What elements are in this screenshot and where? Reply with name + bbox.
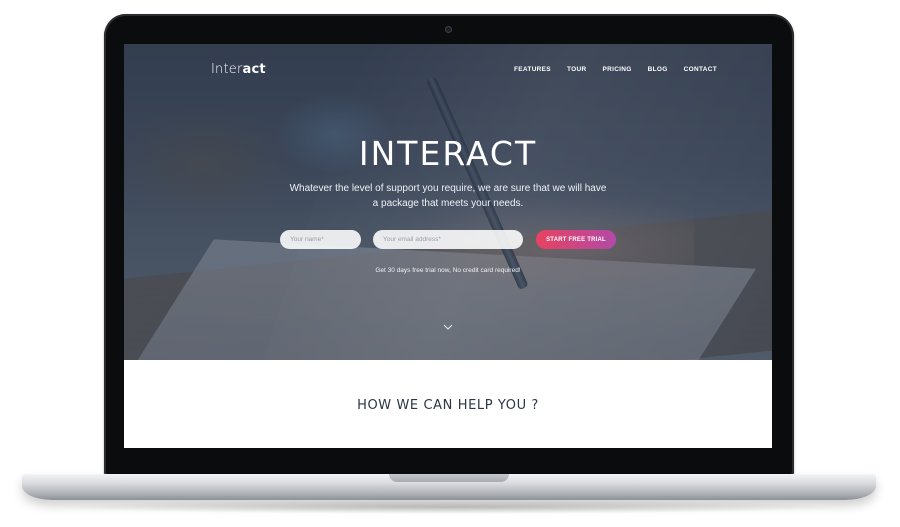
- laptop-base: [22, 474, 876, 500]
- laptop-shadow: [60, 500, 840, 514]
- hero-section: Interact FEATURES TOUR PRICING BLOG CONT…: [124, 44, 772, 360]
- nav-item-contact[interactable]: CONTACT: [684, 66, 717, 73]
- hero-title: INTERACT: [358, 134, 538, 173]
- logo-text-bold: act: [242, 62, 266, 77]
- nav-item-pricing[interactable]: PRICING: [602, 66, 631, 73]
- main-nav: FEATURES TOUR PRICING BLOG CONTACT: [514, 66, 733, 73]
- nav-item-blog[interactable]: BLOG: [648, 66, 668, 73]
- laptop-screen: Interact FEATURES TOUR PRICING BLOG CONT…: [124, 44, 772, 448]
- hero-subtitle: Whatever the level of support you requir…: [289, 183, 607, 209]
- trial-note: Get 30 days free trial now, No credit ca…: [375, 267, 521, 274]
- name-input[interactable]: [280, 230, 361, 249]
- laptop-notch: [389, 474, 509, 482]
- start-free-trial-button[interactable]: START FREE TRIAL: [536, 230, 616, 249]
- email-input[interactable]: [373, 230, 523, 249]
- nav-item-tour[interactable]: TOUR: [567, 66, 587, 73]
- section-title: HOW WE CAN HELP YOU ?: [357, 398, 539, 413]
- site-logo[interactable]: Interact: [211, 62, 266, 77]
- chevron-down-icon[interactable]: [443, 322, 453, 332]
- camera-icon: [445, 26, 452, 33]
- nav-item-features[interactable]: FEATURES: [514, 66, 551, 73]
- logo-text-light: Inter: [211, 62, 243, 77]
